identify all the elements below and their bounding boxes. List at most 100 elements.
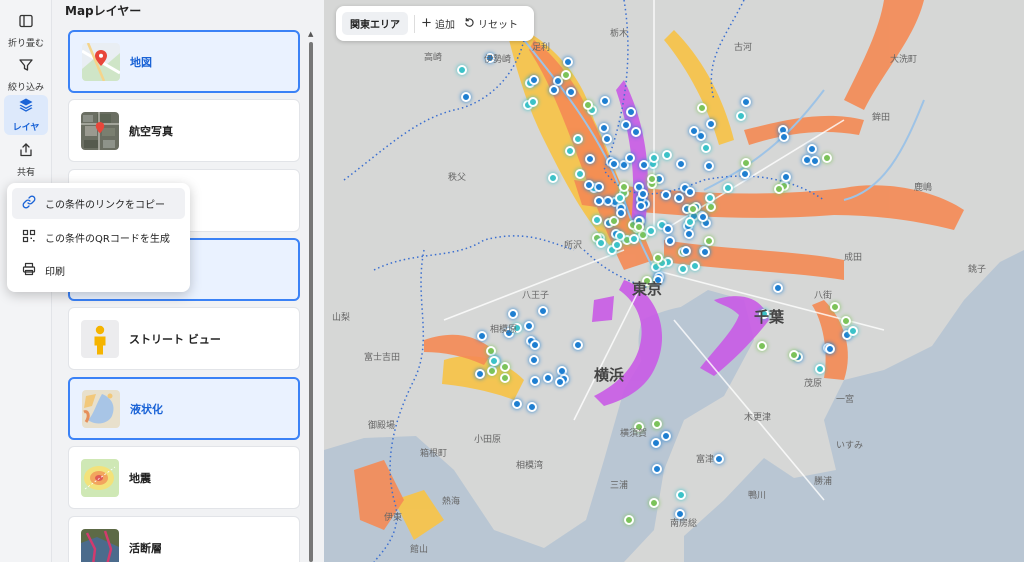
property-marker[interactable]	[486, 346, 496, 356]
property-marker[interactable]	[789, 350, 799, 360]
property-marker[interactable]	[629, 234, 639, 244]
property-marker[interactable]	[575, 169, 585, 179]
property-marker[interactable]	[561, 70, 571, 80]
property-marker[interactable]	[740, 169, 750, 179]
property-marker[interactable]	[649, 498, 659, 508]
property-marker[interactable]	[500, 373, 510, 383]
property-marker[interactable]	[624, 515, 634, 525]
property-marker[interactable]	[646, 226, 656, 236]
property-marker[interactable]	[741, 97, 751, 107]
property-marker[interactable]	[565, 146, 575, 156]
property-marker[interactable]	[825, 344, 835, 354]
property-marker[interactable]	[704, 236, 714, 246]
property-marker[interactable]	[594, 182, 604, 192]
property-marker[interactable]	[774, 184, 784, 194]
copy-link-menu-item[interactable]: この条件のリンクをコピー	[12, 188, 185, 219]
property-marker[interactable]	[830, 302, 840, 312]
property-marker[interactable]	[704, 161, 714, 171]
property-marker[interactable]	[500, 362, 510, 372]
property-marker[interactable]	[457, 65, 467, 75]
property-marker[interactable]	[609, 216, 619, 226]
property-marker[interactable]	[596, 238, 606, 248]
rail-layers-button[interactable]: レイヤ	[4, 95, 48, 135]
property-marker[interactable]	[685, 217, 695, 227]
property-marker[interactable]	[676, 159, 686, 169]
scroll-thumb[interactable]	[309, 42, 313, 562]
property-marker[interactable]	[634, 222, 644, 232]
property-marker[interactable]	[527, 402, 537, 412]
property-marker[interactable]	[529, 75, 539, 85]
property-marker[interactable]	[698, 212, 708, 222]
property-marker[interactable]	[592, 215, 602, 225]
property-marker[interactable]	[705, 193, 715, 203]
property-marker[interactable]	[584, 180, 594, 190]
property-marker[interactable]	[665, 236, 675, 246]
property-marker[interactable]	[697, 103, 707, 113]
property-marker[interactable]	[685, 187, 695, 197]
property-marker[interactable]	[706, 202, 716, 212]
property-marker[interactable]	[689, 126, 699, 136]
property-marker[interactable]	[489, 356, 499, 366]
property-marker[interactable]	[674, 193, 684, 203]
property-marker[interactable]	[779, 132, 789, 142]
property-marker[interactable]	[602, 134, 612, 144]
property-marker[interactable]	[573, 340, 583, 350]
property-marker[interactable]	[688, 204, 698, 214]
property-marker[interactable]	[538, 306, 548, 316]
property-marker[interactable]	[599, 123, 609, 133]
add-button[interactable]: 追加	[421, 16, 455, 31]
property-marker[interactable]	[822, 153, 832, 163]
property-marker[interactable]	[524, 321, 534, 331]
property-marker[interactable]	[621, 120, 631, 130]
property-marker[interactable]	[594, 196, 604, 206]
property-marker[interactable]	[684, 229, 694, 239]
property-marker[interactable]	[566, 87, 576, 97]
property-marker[interactable]	[512, 399, 522, 409]
property-marker[interactable]	[676, 490, 686, 500]
property-marker[interactable]	[815, 364, 825, 374]
property-marker[interactable]	[619, 182, 629, 192]
property-marker[interactable]	[661, 431, 671, 441]
property-marker[interactable]	[662, 150, 672, 160]
property-marker[interactable]	[841, 316, 851, 326]
property-marker[interactable]	[690, 261, 700, 271]
property-marker[interactable]	[652, 419, 662, 429]
property-marker[interactable]	[609, 159, 619, 169]
property-marker[interactable]	[678, 264, 688, 274]
property-marker[interactable]	[736, 111, 746, 121]
property-marker[interactable]	[475, 369, 485, 379]
property-marker[interactable]	[714, 454, 724, 464]
property-marker[interactable]	[626, 107, 636, 117]
qr-code-menu-item[interactable]: この条件のQRコードを生成	[12, 222, 185, 253]
property-marker[interactable]	[723, 183, 733, 193]
property-marker[interactable]	[585, 154, 595, 164]
rail-collapse-button[interactable]: 折り畳む	[4, 11, 48, 51]
area-select-button[interactable]: 関東エリア	[342, 12, 408, 35]
property-marker[interactable]	[647, 174, 657, 184]
layer-card-street-view[interactable]: ストリート ビュー	[68, 307, 300, 370]
layer-card-earthquake[interactable]: 地震	[68, 446, 300, 509]
rail-share-button[interactable]: 共有	[4, 140, 48, 180]
property-marker[interactable]	[616, 208, 626, 218]
property-marker[interactable]	[781, 172, 791, 182]
property-marker[interactable]	[661, 190, 671, 200]
property-marker[interactable]	[773, 283, 783, 293]
property-marker[interactable]	[612, 240, 622, 250]
property-marker[interactable]	[700, 247, 710, 257]
property-marker[interactable]	[600, 96, 610, 106]
layer-card-liquefaction[interactable]: 液状化	[68, 377, 300, 440]
property-marker[interactable]	[810, 156, 820, 166]
property-marker[interactable]	[848, 326, 858, 336]
layer-card-active-fault[interactable]: 活断層	[68, 516, 300, 562]
print-menu-item[interactable]: 印刷	[12, 255, 185, 286]
scroll-up-arrow-icon[interactable]: ▲	[308, 30, 313, 38]
property-marker[interactable]	[563, 57, 573, 67]
property-marker[interactable]	[649, 153, 659, 163]
property-marker[interactable]	[555, 377, 565, 387]
map-view[interactable]: 足利 伊勢崎 栃木 高崎 古河 大洗町 鉾田 秩父 鹿嶋 所沢 八王子 相模原 …	[324, 0, 1024, 562]
property-marker[interactable]	[548, 173, 558, 183]
property-marker[interactable]	[543, 373, 553, 383]
rail-filter-button[interactable]: 絞り込み	[4, 55, 48, 95]
property-marker[interactable]	[487, 366, 497, 376]
layer-card-aerial[interactable]: 航空写真	[68, 99, 300, 162]
